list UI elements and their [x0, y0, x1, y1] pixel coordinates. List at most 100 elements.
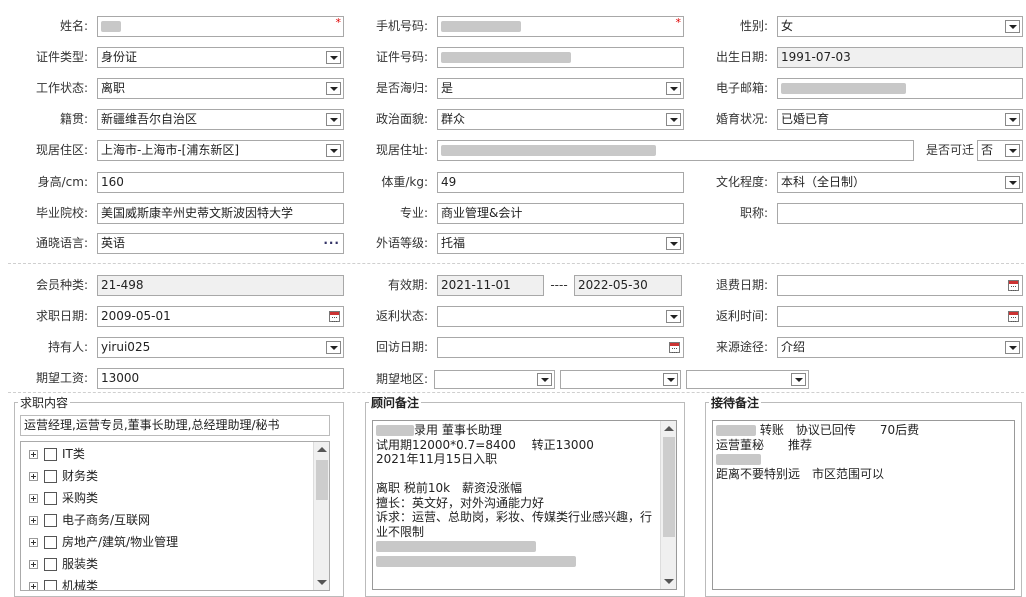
refund-date-field[interactable] — [777, 275, 1023, 296]
tree-item[interactable]: 电子商务/互联网 — [29, 510, 150, 530]
expected-salary-field[interactable]: 13000 — [97, 368, 344, 389]
birth-date-field[interactable]: 1991-07-03 — [777, 47, 1023, 68]
tree-item[interactable]: 服装类 — [29, 554, 98, 574]
scroll-down-icon[interactable] — [317, 580, 327, 585]
advisor-notes-textarea[interactable]: 录用 董事长助理 试用期12000*0.7=8400 转正13000 2021年… — [372, 420, 677, 590]
member-type-field[interactable]: 21-498 — [97, 275, 344, 296]
notes-scrollbar[interactable] — [660, 421, 676, 589]
scroll-up-icon[interactable] — [664, 426, 674, 431]
dropdown-arrow-icon[interactable] — [1005, 20, 1020, 33]
dropdown-arrow-icon[interactable] — [666, 237, 681, 250]
dropdown-arrow-icon[interactable] — [1005, 176, 1020, 189]
redacted-value — [376, 541, 536, 552]
tree-scrollbar[interactable] — [313, 442, 329, 590]
dropdown-arrow-icon[interactable] — [666, 82, 681, 95]
calendar-icon[interactable] — [1008, 311, 1019, 322]
expand-icon[interactable] — [29, 494, 38, 503]
address-label: 现居住址: — [375, 143, 428, 157]
language-field[interactable]: 英语 ··· — [97, 233, 344, 254]
more-options-icon[interactable]: ··· — [323, 234, 340, 253]
region-city-select[interactable] — [560, 370, 681, 389]
valid-to-field[interactable]: 2022-05-30 — [574, 275, 682, 296]
calendar-icon[interactable] — [329, 311, 340, 322]
region-province-select[interactable] — [434, 370, 555, 389]
name-field[interactable]: * — [97, 16, 344, 37]
dropdown-arrow-icon[interactable] — [666, 310, 681, 323]
phone-field[interactable]: * — [437, 16, 684, 37]
note-line — [716, 452, 1011, 467]
checkbox[interactable] — [44, 580, 57, 590]
expand-icon[interactable] — [29, 516, 38, 525]
job-category-tree[interactable]: IT类 财务类 采购类 电子商务/互联网 房地产/建筑/物业管理 服装类 机械类 — [20, 441, 330, 591]
checkbox[interactable] — [44, 470, 57, 483]
expand-icon[interactable] — [29, 538, 38, 547]
tree-item-label: 机械类 — [62, 579, 99, 591]
email-field[interactable] — [777, 78, 1023, 99]
marital-select[interactable]: 已婚已育 — [777, 109, 1023, 130]
tree-item-label: 电子商务/互联网 — [62, 513, 151, 527]
tree-item[interactable]: 机械类 — [29, 576, 99, 591]
birth-date-value: 1991-07-03 — [781, 50, 851, 64]
checkbox[interactable] — [44, 492, 57, 505]
job-summary-field[interactable]: 运营经理,运营专员,董事长助理,总经理助理/秘书 — [20, 415, 330, 436]
residence-area-select[interactable]: 上海市-上海市-[浦东新区] — [97, 140, 344, 161]
education-select[interactable]: 本科（全日制） — [777, 172, 1023, 193]
gender-select[interactable]: 女 — [777, 16, 1023, 37]
height-field[interactable]: 160 — [97, 172, 344, 193]
revisit-date-field[interactable] — [437, 337, 684, 358]
scroll-down-icon[interactable] — [664, 579, 674, 584]
region-district-select[interactable] — [686, 370, 809, 389]
tree-item[interactable]: 采购类 — [29, 488, 98, 508]
political-select[interactable]: 群众 — [437, 109, 684, 130]
dropdown-arrow-icon[interactable] — [791, 373, 806, 386]
expand-icon[interactable] — [29, 560, 38, 569]
scroll-up-icon[interactable] — [317, 447, 327, 452]
job-date-field[interactable]: 2009-05-01 — [97, 306, 344, 327]
rebate-time-field[interactable] — [777, 306, 1023, 327]
scroll-thumb[interactable] — [663, 437, 675, 537]
tree-item[interactable]: 房地产/建筑/物业管理 — [29, 532, 178, 552]
language-level-select[interactable]: 托福 — [437, 233, 684, 254]
returnee-select[interactable]: 是 — [437, 78, 684, 99]
checkbox[interactable] — [44, 448, 57, 461]
dropdown-arrow-icon[interactable] — [326, 82, 341, 95]
valid-from-field[interactable]: 2021-11-01 — [437, 275, 544, 296]
expand-icon[interactable] — [29, 582, 38, 590]
checkbox[interactable] — [44, 536, 57, 549]
weight-field[interactable]: 49 — [437, 172, 684, 193]
dropdown-arrow-icon[interactable] — [326, 113, 341, 126]
calendar-icon[interactable] — [1008, 280, 1019, 291]
relocate-select[interactable]: 否 — [977, 140, 1023, 161]
source-select[interactable]: 介绍 — [777, 337, 1023, 358]
tree-item[interactable]: IT类 — [29, 444, 85, 464]
tree-item[interactable]: 财务类 — [29, 466, 98, 486]
returnee-value: 是 — [441, 81, 454, 95]
id-type-select[interactable]: 身份证 — [97, 47, 344, 68]
work-status-select[interactable]: 离职 — [97, 78, 344, 99]
checkbox[interactable] — [44, 514, 57, 527]
expand-icon[interactable] — [29, 472, 38, 481]
calendar-icon[interactable] — [669, 342, 680, 353]
education-value: 本科（全日制） — [781, 175, 866, 189]
scroll-thumb[interactable] — [316, 460, 328, 500]
dropdown-arrow-icon[interactable] — [326, 144, 341, 157]
reception-notes-textarea[interactable]: 转账 协议已回传 70后费 运营董秘 推荐 距离不要特别远 市区范围可以 — [712, 420, 1015, 590]
job-title-field[interactable] — [777, 203, 1023, 224]
address-field[interactable] — [437, 140, 914, 161]
native-place-select[interactable]: 新疆维吾尔自治区 — [97, 109, 344, 130]
id-number-field[interactable] — [437, 47, 684, 68]
major-field[interactable]: 商业管理&会计 — [437, 203, 684, 224]
holder-select[interactable]: yirui025 — [97, 337, 344, 358]
rebate-status-select[interactable] — [437, 306, 684, 327]
expand-icon[interactable] — [29, 450, 38, 459]
school-field[interactable]: 美国威斯康辛州史蒂文斯波因特大学 — [97, 203, 344, 224]
dropdown-arrow-icon[interactable] — [663, 373, 678, 386]
dropdown-arrow-icon[interactable] — [1005, 113, 1020, 126]
dropdown-arrow-icon[interactable] — [326, 51, 341, 64]
dropdown-arrow-icon[interactable] — [1005, 144, 1020, 157]
dropdown-arrow-icon[interactable] — [537, 373, 552, 386]
checkbox[interactable] — [44, 558, 57, 571]
dropdown-arrow-icon[interactable] — [666, 113, 681, 126]
dropdown-arrow-icon[interactable] — [1005, 341, 1020, 354]
dropdown-arrow-icon[interactable] — [326, 341, 341, 354]
